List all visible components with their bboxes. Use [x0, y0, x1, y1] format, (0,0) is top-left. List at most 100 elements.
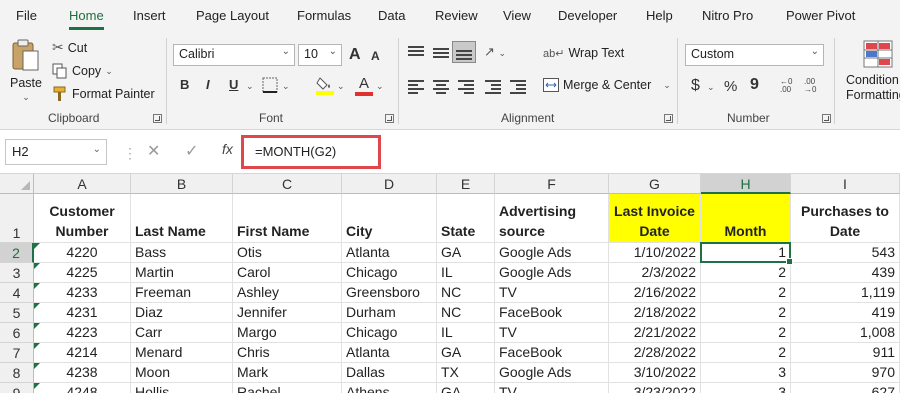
- align-right-icon[interactable]: [458, 80, 474, 94]
- table-cell-h8[interactable]: 3: [701, 363, 791, 383]
- table-cell-i3[interactable]: 439: [791, 263, 900, 283]
- tab-view[interactable]: View: [503, 8, 531, 23]
- table-cell-d3[interactable]: Chicago: [342, 263, 437, 283]
- conditional-formatting-button[interactable]: Condition Formatting: [841, 40, 900, 103]
- column-header-h[interactable]: H: [701, 174, 791, 194]
- tab-developer[interactable]: Developer: [558, 8, 617, 23]
- table-cell-a9[interactable]: 4248: [34, 383, 131, 393]
- font-launcher-icon[interactable]: [385, 114, 394, 123]
- table-cell-g4[interactable]: 2/16/2022: [609, 283, 701, 303]
- table-cell-b9[interactable]: Hollis: [131, 383, 233, 393]
- column-header-b[interactable]: B: [131, 174, 233, 194]
- bold-button[interactable]: B: [180, 77, 189, 92]
- row-header-6[interactable]: 6: [0, 323, 34, 343]
- table-cell-i2[interactable]: 543: [791, 243, 900, 263]
- table-cell-a7[interactable]: 4214: [34, 343, 131, 363]
- table-cell-i6[interactable]: 1,008: [791, 323, 900, 343]
- name-box[interactable]: H2 ⌄: [5, 139, 107, 165]
- row-header-4[interactable]: 4: [0, 283, 34, 303]
- table-cell-f6[interactable]: TV: [495, 323, 609, 343]
- table-cell-f7[interactable]: FaceBook: [495, 343, 609, 363]
- column-header-f[interactable]: F: [495, 174, 609, 194]
- header-cell-c[interactable]: First Name: [233, 194, 342, 243]
- table-cell-e8[interactable]: TX: [437, 363, 495, 383]
- table-cell-h5[interactable]: 2: [701, 303, 791, 323]
- table-cell-c8[interactable]: Mark: [233, 363, 342, 383]
- header-cell-b[interactable]: Last Name: [131, 194, 233, 243]
- column-header-i[interactable]: I: [791, 174, 900, 194]
- comma-style-button[interactable]: 9: [750, 76, 759, 94]
- decrease-indent-icon[interactable]: [485, 80, 501, 94]
- tab-nitro-pro[interactable]: Nitro Pro: [702, 8, 753, 23]
- table-cell-b5[interactable]: Diaz: [131, 303, 233, 323]
- table-cell-a2[interactable]: 4220: [34, 243, 131, 263]
- column-header-g[interactable]: G: [609, 174, 701, 194]
- table-cell-a8[interactable]: 4238: [34, 363, 131, 383]
- header-cell-g[interactable]: Last Invoice Date: [609, 194, 701, 243]
- header-cell-d[interactable]: City: [342, 194, 437, 243]
- table-cell-d2[interactable]: Atlanta: [342, 243, 437, 263]
- table-cell-f9[interactable]: TV: [495, 383, 609, 393]
- table-cell-e3[interactable]: IL: [437, 263, 495, 283]
- number-format-select[interactable]: Custom ⌄: [685, 44, 824, 66]
- bottom-align-button[interactable]: [452, 41, 476, 63]
- table-cell-g5[interactable]: 2/18/2022: [609, 303, 701, 323]
- table-cell-c2[interactable]: Otis: [233, 243, 342, 263]
- row-header-5[interactable]: 5: [0, 303, 34, 323]
- percent-button[interactable]: %: [724, 78, 737, 95]
- copy-button[interactable]: Copy ⌄: [52, 63, 113, 79]
- paste-button[interactable]: Paste ⌄: [10, 38, 42, 103]
- table-cell-d4[interactable]: Greensboro: [342, 283, 437, 303]
- table-cell-h9[interactable]: 3: [701, 383, 791, 393]
- header-cell-i[interactable]: Purchases to Date: [791, 194, 900, 243]
- insert-function-icon[interactable]: fx: [222, 141, 233, 157]
- italic-button[interactable]: I: [206, 77, 210, 92]
- table-cell-e2[interactable]: GA: [437, 243, 495, 263]
- alignment-launcher-icon[interactable]: [664, 114, 673, 123]
- enter-icon[interactable]: ✓: [185, 141, 198, 161]
- table-cell-i8[interactable]: 970: [791, 363, 900, 383]
- table-cell-h4[interactable]: 2: [701, 283, 791, 303]
- active-cell-h2[interactable]: [700, 242, 793, 265]
- table-cell-h7[interactable]: 2: [701, 343, 791, 363]
- table-cell-a5[interactable]: 4231: [34, 303, 131, 323]
- table-cell-d8[interactable]: Dallas: [342, 363, 437, 383]
- column-header-c[interactable]: C: [233, 174, 342, 194]
- table-cell-i4[interactable]: 1,119: [791, 283, 900, 303]
- decrease-decimal-icon[interactable]: .00 →0: [804, 78, 816, 94]
- shrink-font-button[interactable]: A: [371, 49, 380, 63]
- row-header-7[interactable]: 7: [0, 343, 34, 363]
- table-cell-f4[interactable]: TV: [495, 283, 609, 303]
- row-header-2[interactable]: 2: [0, 243, 34, 263]
- select-all-button[interactable]: [0, 174, 34, 194]
- table-cell-a4[interactable]: 4233: [34, 283, 131, 303]
- table-cell-d9[interactable]: Athens: [342, 383, 437, 393]
- tab-file[interactable]: File: [16, 8, 37, 23]
- table-cell-h3[interactable]: 2: [701, 263, 791, 283]
- tab-data[interactable]: Data: [378, 8, 405, 23]
- increase-indent-icon[interactable]: [510, 80, 526, 94]
- tab-page-layout[interactable]: Page Layout: [196, 8, 269, 23]
- table-cell-d7[interactable]: Atlanta: [342, 343, 437, 363]
- table-cell-e4[interactable]: NC: [437, 283, 495, 303]
- header-cell-a[interactable]: Customer Number: [34, 194, 131, 243]
- table-cell-f3[interactable]: Google Ads: [495, 263, 609, 283]
- font-size-select[interactable]: 10 ⌄: [298, 44, 342, 66]
- borders-button[interactable]: [262, 77, 278, 96]
- table-cell-c4[interactable]: Ashley: [233, 283, 342, 303]
- table-cell-b3[interactable]: Martin: [131, 263, 233, 283]
- table-cell-c6[interactable]: Margo: [233, 323, 342, 343]
- grow-font-button[interactable]: A: [349, 46, 361, 64]
- table-cell-g3[interactable]: 2/3/2022: [609, 263, 701, 283]
- tab-review[interactable]: Review: [435, 8, 478, 23]
- header-cell-e[interactable]: State: [437, 194, 495, 243]
- cut-button[interactable]: ✂ Cut: [52, 39, 87, 56]
- column-header-d[interactable]: D: [342, 174, 437, 194]
- header-cell-h[interactable]: Month: [701, 194, 791, 243]
- format-painter-button[interactable]: Format Painter: [52, 86, 155, 102]
- row-header-8[interactable]: 8: [0, 363, 34, 383]
- row-header-3[interactable]: 3: [0, 263, 34, 283]
- table-cell-b4[interactable]: Freeman: [131, 283, 233, 303]
- table-cell-c7[interactable]: Chris: [233, 343, 342, 363]
- header-cell-f[interactable]: Advertising source: [495, 194, 609, 243]
